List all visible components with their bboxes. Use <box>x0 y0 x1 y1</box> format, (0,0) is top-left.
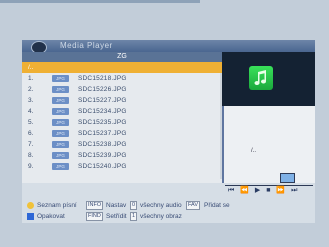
item-number: 1. <box>28 75 34 82</box>
jpg-file-icon: JPG <box>52 130 69 137</box>
file-name: SDC15234.JPG <box>78 108 127 115</box>
preview-area <box>222 52 315 106</box>
panel-divider <box>222 106 224 183</box>
jpg-file-icon: JPG <box>52 108 69 115</box>
list-item[interactable]: 2. JPG SDC15226.JPG <box>22 84 222 95</box>
key-1: 1 <box>130 212 138 221</box>
jpg-file-icon: JPG <box>52 75 69 82</box>
jpg-file-icon: JPG <box>52 163 69 170</box>
file-name: SDC15235.JPG <box>78 119 127 126</box>
key-0: 0 <box>130 201 138 210</box>
list-item-parent[interactable]: /.. <box>22 62 222 73</box>
folder-name: ZG <box>22 52 222 62</box>
window-title: Media Player <box>60 41 113 50</box>
item-number: 9. <box>28 163 34 170</box>
item-number: 5. <box>28 119 34 126</box>
key-legend: Seznam písní INFO Nastav 0 všechny audio… <box>22 201 315 223</box>
item-number: 3. <box>28 97 34 104</box>
file-name: SDC15218.JPG <box>78 75 127 82</box>
key-find: FIND <box>86 212 103 221</box>
legend-all-audio: všechny audio <box>140 202 182 209</box>
file-name: SDC15239.JPG <box>78 152 127 159</box>
jpg-file-icon: JPG <box>52 119 69 126</box>
file-name: SDC15238.JPG <box>78 141 127 148</box>
list-item[interactable]: 9. JPG SDC15240.JPG <box>22 161 222 172</box>
item-number: 7. <box>28 141 34 148</box>
legend-setup: Nastav <box>106 202 127 209</box>
yellow-key-icon <box>27 202 34 209</box>
info-text: /.. <box>251 148 257 154</box>
file-name: SDC15237.JPG <box>78 130 127 137</box>
media-player-window: Media Player ZG /.. 1. JPG SDC15218.JPG … <box>22 40 315 223</box>
top-rule <box>0 0 200 3</box>
list-item[interactable]: 1. JPG SDC15218.JPG <box>22 73 222 84</box>
jpg-file-icon: JPG <box>52 97 69 104</box>
folder-icon <box>280 173 295 183</box>
legend-all-images: všechny obraz <box>140 213 182 220</box>
legend-playlist: Seznam písní <box>37 202 77 209</box>
list-item[interactable]: 4. JPG SDC15234.JPG <box>22 106 222 117</box>
title-bar: Media Player <box>22 40 315 54</box>
jpg-file-icon: JPG <box>52 152 69 159</box>
music-note-icon <box>249 66 273 90</box>
list-item[interactable]: 3. JPG SDC15227.JPG <box>22 95 222 106</box>
list-item[interactable]: 7. JPG SDC15238.JPG <box>22 139 222 150</box>
playback-controls[interactable]: ⏮ ⏪ ▶ ■ ⏩ ⏭ <box>228 186 299 195</box>
file-name: SDC15226.JPG <box>78 86 127 93</box>
legend-repeat: Opakovat <box>37 213 65 220</box>
legend-sort: Setřídit <box>106 213 127 220</box>
item-number: 8. <box>28 152 34 159</box>
item-number: /.. <box>28 64 34 71</box>
list-item[interactable]: 5. JPG SDC15235.JPG <box>22 117 222 128</box>
list-item[interactable]: 8. JPG SDC15239.JPG <box>22 150 222 161</box>
key-info: INFO <box>86 201 104 210</box>
item-number: 6. <box>28 130 34 137</box>
list-item[interactable]: 6. JPG SDC15237.JPG <box>22 128 222 139</box>
file-name: SDC15240.JPG <box>78 163 127 170</box>
item-number: 2. <box>28 86 34 93</box>
legend-add: Přidat se <box>204 202 230 209</box>
item-number: 4. <box>28 108 34 115</box>
blue-key-icon <box>27 213 34 220</box>
key-fav: FAV <box>186 201 200 210</box>
file-name: SDC15227.JPG <box>78 97 127 104</box>
jpg-file-icon: JPG <box>52 141 69 148</box>
jpg-file-icon: JPG <box>52 86 69 93</box>
